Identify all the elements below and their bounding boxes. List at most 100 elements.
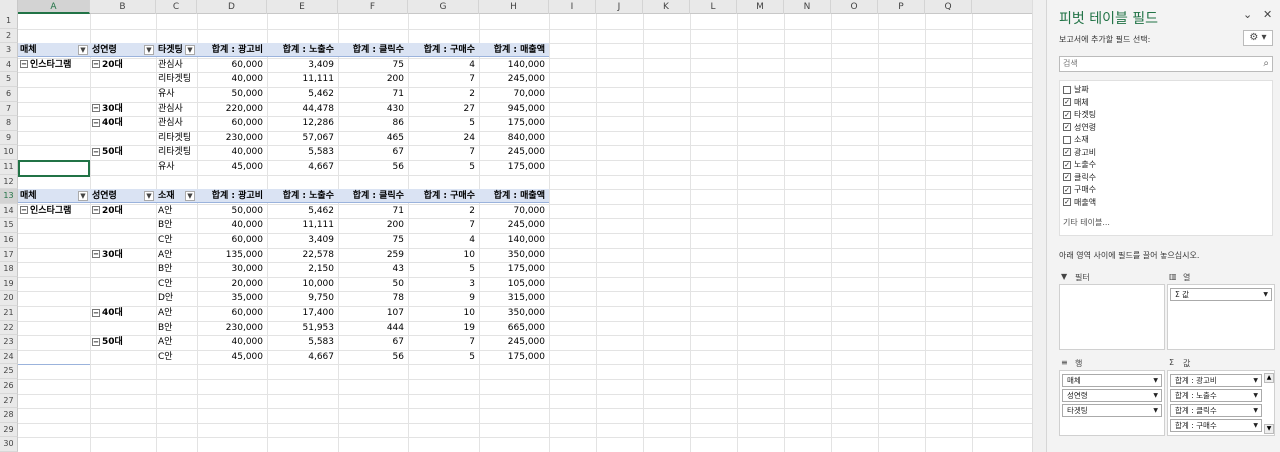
row-header-30[interactable]: 30 (0, 437, 18, 452)
row-header-12[interactable]: 12 (0, 174, 18, 190)
pivot1-row-label[interactable]: 리타겟팅 (158, 72, 197, 86)
row-header-17[interactable]: 17 (0, 247, 18, 263)
row-header-2[interactable]: 2 (0, 28, 18, 44)
collapse-minus-icon[interactable]: − (92, 60, 100, 69)
field-checkbox[interactable]: ✓ (1063, 173, 1071, 181)
field-checkbox[interactable]: ✓ (1063, 198, 1071, 206)
field-item-0[interactable]: 날짜 (1063, 84, 1089, 96)
pivot1-filter-dropdown-icon[interactable]: ▼ (144, 45, 154, 56)
row-header-4[interactable]: 4 (0, 57, 18, 73)
row-field-pill[interactable]: 매체 ▼ (1062, 374, 1162, 387)
row-header-27[interactable]: 27 (0, 393, 18, 409)
row-header-1[interactable]: 1 (0, 14, 18, 29)
row-header-15[interactable]: 15 (0, 218, 18, 233)
row-header-3[interactable]: 3 (0, 43, 18, 58)
pivot1-row-label[interactable]: 관심사 (158, 58, 197, 72)
pivot1-row-label[interactable]: −50대 (92, 145, 156, 159)
row-header-22[interactable]: 22 (0, 320, 18, 336)
collapse-minus-icon[interactable]: − (92, 147, 100, 156)
pivot2-row-label[interactable]: −40대 (92, 306, 156, 320)
field-item-5[interactable]: ✓ 광고비 (1063, 147, 1096, 159)
collapse-minus-icon[interactable]: − (20, 60, 28, 69)
collapse-minus-icon[interactable]: − (20, 206, 28, 215)
row-header-9[interactable]: 9 (0, 130, 18, 146)
row-header-20[interactable]: 20 (0, 291, 18, 306)
field-item-2[interactable]: ✓ 타겟팅 (1063, 109, 1096, 121)
values-scroll-up[interactable]: ▲ (1264, 373, 1274, 383)
pivot2-row-label[interactable]: B안 (158, 321, 197, 335)
close-icon[interactable]: ✕ (1263, 8, 1272, 21)
pivot2-filter-dropdown-icon[interactable]: ▼ (78, 191, 88, 202)
pivot2-row-label[interactable]: C안 (158, 350, 197, 364)
row-header-13[interactable]: 13 (0, 189, 18, 204)
pivot1-row-label[interactable]: 리타겟팅 (158, 131, 197, 145)
column-header-a[interactable]: A (18, 0, 90, 14)
column-header-f[interactable]: F (338, 0, 408, 14)
column-header-c[interactable]: C (156, 0, 197, 14)
column-header-m[interactable]: M (737, 0, 784, 14)
row-header-8[interactable]: 8 (0, 116, 18, 131)
column-header-e[interactable]: E (267, 0, 338, 14)
value-field-pill[interactable]: 합계 : 노출수 ▼ (1170, 389, 1262, 402)
values-scroll-down[interactable]: ▼ (1264, 424, 1274, 434)
pivot1-row-label[interactable]: −20대 (92, 58, 156, 72)
vertical-scrollbar[interactable] (1032, 0, 1046, 452)
gear-icon[interactable]: ⚙ ▾ (1243, 30, 1273, 46)
row-header-28[interactable]: 28 (0, 408, 18, 423)
column-header-g[interactable]: G (408, 0, 479, 14)
pivot2-row-label[interactable]: B안 (158, 218, 197, 232)
row-header-7[interactable]: 7 (0, 101, 18, 117)
field-item-8[interactable]: ✓ 구매수 (1063, 184, 1096, 196)
pivot2-row-label[interactable]: C안 (158, 277, 197, 291)
row-field-pill[interactable]: 성연령 ▼ (1062, 389, 1162, 402)
row-header-5[interactable]: 5 (0, 72, 18, 87)
field-item-1[interactable]: ✓ 매체 (1063, 97, 1089, 109)
pivot1-row-label[interactable]: 관심사 (158, 116, 197, 130)
collapse-minus-icon[interactable]: − (92, 118, 100, 127)
more-tables-link[interactable]: 기타 테이블... (1063, 217, 1110, 228)
collapse-minus-icon[interactable]: − (92, 206, 100, 215)
pivot1-row-label[interactable]: − 인스타그램 (20, 58, 90, 72)
columns-pill[interactable]: Σ 값 ▼ (1170, 288, 1272, 301)
row-header-11[interactable]: 11 (0, 160, 18, 175)
collapse-minus-icon[interactable]: − (92, 308, 100, 317)
row-header-26[interactable]: 26 (0, 379, 18, 394)
columns-drop-area[interactable]: Σ 값 ▼ (1167, 284, 1275, 350)
row-header-25[interactable]: 25 (0, 364, 18, 379)
pivot2-row-label[interactable]: A안 (158, 204, 197, 218)
pivot1-row-label[interactable]: 리타겟팅 (158, 145, 197, 159)
chevron-down-icon[interactable]: ⌄ (1243, 8, 1252, 21)
field-checkbox[interactable]: ✓ (1063, 110, 1071, 119)
pivot2-row-label[interactable]: D안 (158, 291, 197, 305)
column-header-l[interactable]: L (690, 0, 737, 14)
value-field-pill[interactable]: 합계 : 클릭수 ▼ (1170, 404, 1262, 417)
column-header-j[interactable]: J (596, 0, 643, 14)
pivot1-row-label[interactable]: −40대 (92, 116, 156, 130)
column-header-h[interactable]: H (479, 0, 549, 14)
field-item-4[interactable]: 소재 (1063, 134, 1089, 146)
collapse-minus-icon[interactable]: − (92, 250, 100, 259)
filter-drop-area[interactable] (1059, 284, 1165, 350)
field-checkbox[interactable] (1063, 85, 1071, 94)
row-header-18[interactable]: 18 (0, 262, 18, 277)
pivot2-row-label[interactable]: A안 (158, 335, 197, 349)
spreadsheet-grid[interactable]: ABCDEFGHIJKLMNOPQ 1 2 3 4 5 6 7 8 9 10 11 12 13 14 15 1… (0, 0, 1032, 452)
column-header-q[interactable]: Q (925, 0, 972, 14)
pivot1-row-label[interactable]: −30대 (92, 102, 156, 116)
row-header-29[interactable]: 29 (0, 422, 18, 438)
pivot1-row-label[interactable]: 유사 (158, 160, 197, 174)
pivot1-filter-dropdown-icon[interactable]: ▼ (78, 45, 88, 56)
value-field-pill[interactable]: 합계 : 구매수 ▼ (1170, 419, 1262, 432)
column-header-p[interactable]: P (878, 0, 925, 14)
pivot2-row-label[interactable]: B안 (158, 262, 197, 276)
pivot2-filter-dropdown-icon[interactable]: ▼ (185, 191, 195, 202)
column-header-n[interactable]: N (784, 0, 831, 14)
pivot1-filter-dropdown-icon[interactable]: ▼ (185, 45, 195, 56)
row-header-14[interactable]: 14 (0, 203, 18, 219)
field-checkbox[interactable] (1063, 135, 1071, 144)
field-checkbox[interactable]: ✓ (1063, 148, 1071, 156)
field-checkbox[interactable]: ✓ (1063, 160, 1071, 169)
pivot2-row-label[interactable]: −50대 (92, 335, 156, 349)
row-field-pill[interactable]: 타겟팅 ▼ (1062, 404, 1162, 417)
field-item-3[interactable]: ✓ 성연령 (1063, 122, 1096, 134)
